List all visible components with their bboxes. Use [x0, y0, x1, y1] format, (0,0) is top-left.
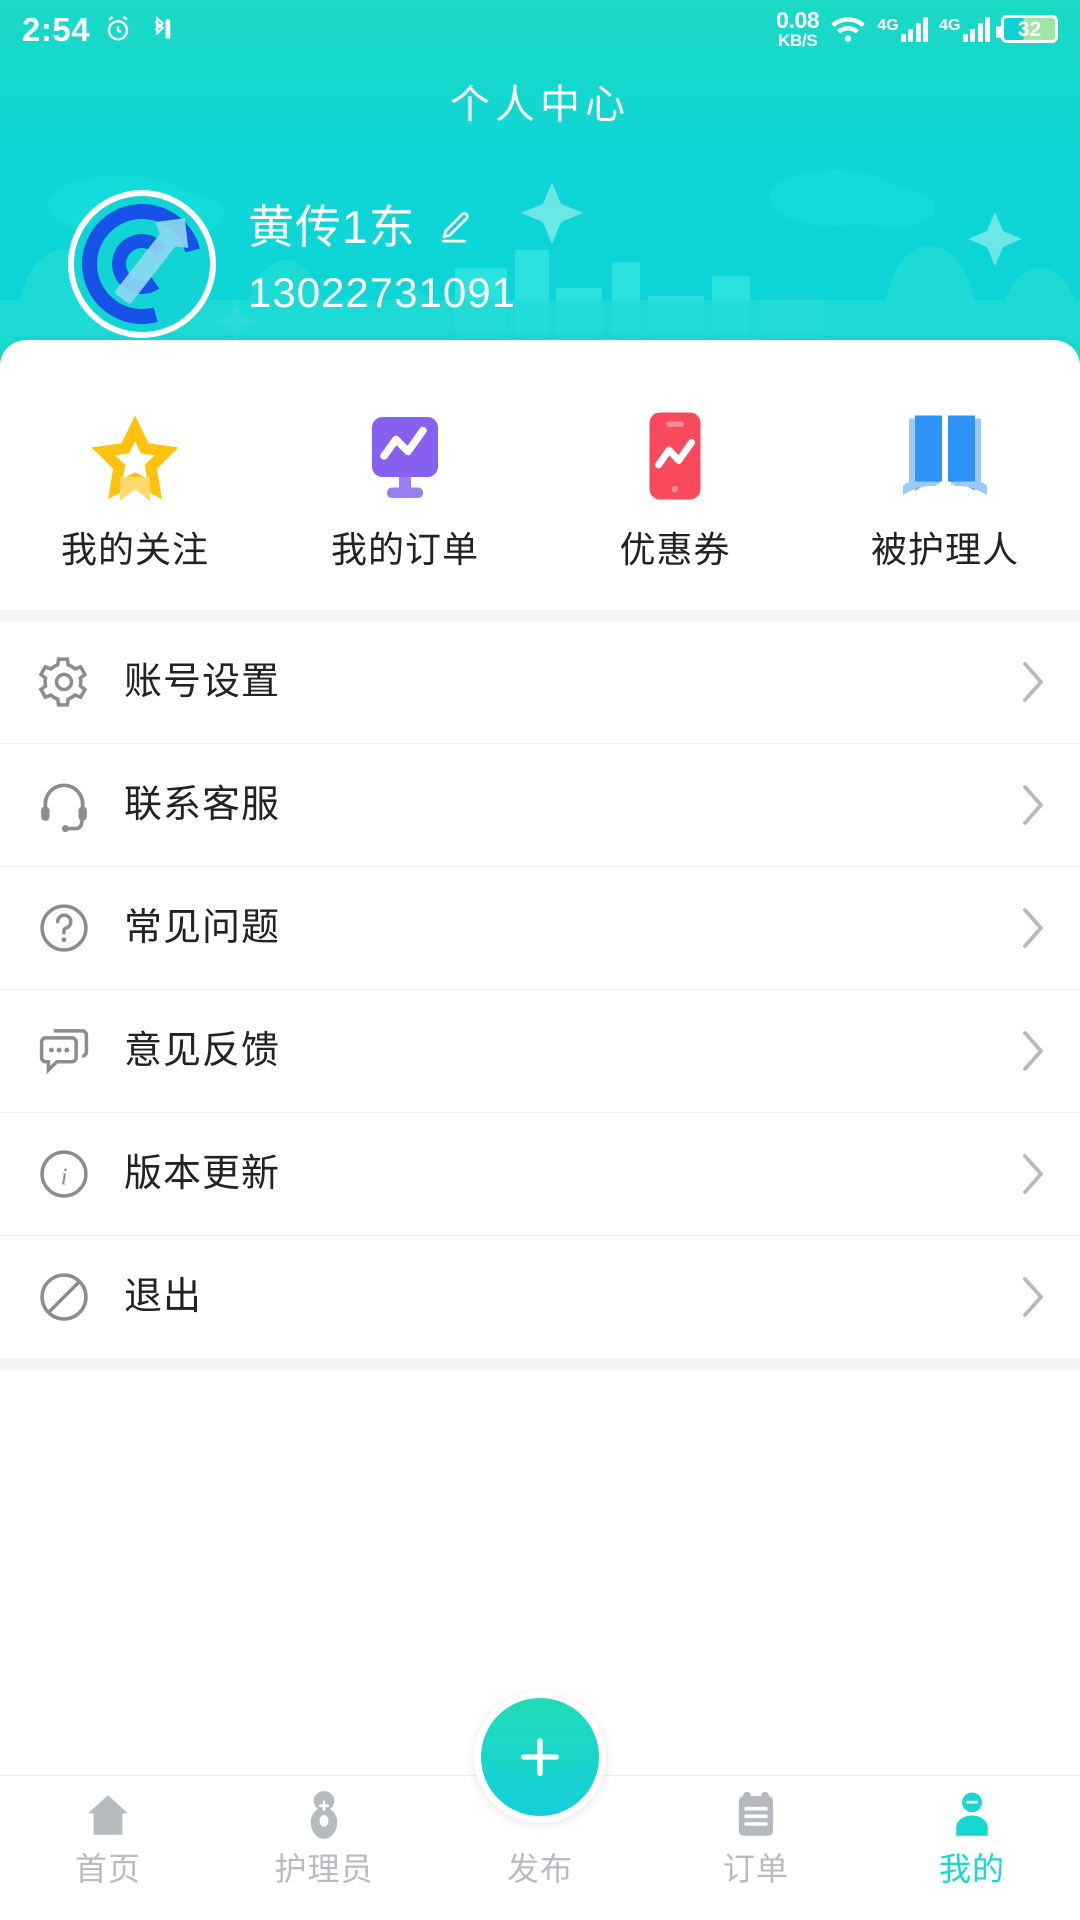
status-time: 2:54 — [22, 10, 91, 48]
menu-item-account-settings[interactable]: 账号设置 — [0, 621, 1080, 744]
chevron-right-icon — [1023, 908, 1043, 948]
phone-chart-icon — [649, 412, 701, 500]
battery-percent: 32 — [1017, 17, 1042, 41]
settings-menu: 账号设置 联系客服 常见问题 意见反馈 i 版本更新 退出 — [0, 621, 1080, 1371]
tab-label: 护理员 — [274, 1851, 374, 1887]
tab-label: 我的 — [938, 1851, 1005, 1887]
profile-header: 2:54 0.08 KB/S 4G 4G 32 个人中心 黄传1东 130227… — [0, 0, 1080, 420]
quick-action-label: 我的关注 — [60, 529, 209, 570]
quick-action-care-recipients[interactable]: 被护理人 — [810, 408, 1080, 568]
menu-item-version-update[interactable]: i 版本更新 — [0, 1113, 1080, 1236]
user-phone: 13022731091 — [248, 269, 516, 316]
nurse-icon — [310, 1791, 338, 1839]
user-name: 黄传1东 — [248, 201, 416, 253]
gear-icon — [38, 657, 88, 707]
tab-mine[interactable]: 我的 — [864, 1788, 1080, 1885]
app-screen: 2:54 0.08 KB/S 4G 4G 32 个人中心 黄传1东 130227… — [0, 0, 1080, 1920]
open-book-icon — [903, 415, 987, 495]
chevron-right-icon — [1023, 1031, 1043, 1071]
info-circle-icon: i — [40, 1150, 88, 1198]
chat-bubble-icon — [39, 1029, 89, 1075]
network-speed-unit: KB/S — [778, 31, 818, 50]
status-bar-left: 2:54 — [22, 13, 173, 46]
profile-name-row[interactable]: 黄传1东 — [248, 204, 516, 250]
section-divider — [0, 610, 1080, 621]
signal-1-label: 4G — [877, 17, 899, 34]
chevron-right-icon — [1023, 785, 1043, 825]
plus-icon — [520, 1737, 560, 1777]
clipboard-icon — [738, 1791, 774, 1836]
page-title: 个人中心 — [450, 83, 630, 127]
menu-item-label: 版本更新 — [124, 1153, 281, 1195]
monitor-chart-icon — [372, 417, 438, 498]
chevron-right-icon — [1023, 1154, 1043, 1194]
tab-label: 订单 — [722, 1851, 789, 1887]
quick-action-coupons[interactable]: 优惠券 — [540, 408, 810, 568]
publish-fab-wrap[interactable] — [474, 1691, 606, 1823]
menu-item-feedback[interactable]: 意见反馈 — [0, 990, 1080, 1113]
bluetooth-icon — [154, 15, 171, 39]
quick-action-my-follows[interactable]: 我的关注 — [0, 408, 270, 568]
menu-item-faq[interactable]: 常见问题 — [0, 867, 1080, 990]
signal-2-label: 4G — [939, 17, 961, 34]
signal-1-bars — [900, 16, 929, 42]
menu-item-label: 账号设置 — [124, 661, 281, 703]
tab-orders[interactable]: 订单 — [648, 1788, 864, 1885]
pencil-edit-icon[interactable] — [436, 209, 472, 245]
status-bar-right: 0.08 KB/S 4G 4G 32 — [776, 9, 1058, 49]
profile-info: 黄传1东 13022731091 — [248, 190, 516, 314]
menu-item-label: 联系客服 — [124, 784, 281, 826]
publish-fab[interactable] — [474, 1691, 606, 1823]
tab-label: 发布 — [506, 1851, 573, 1887]
question-circle-icon — [40, 904, 88, 952]
tab-home[interactable]: 首页 — [0, 1788, 216, 1885]
wifi-icon — [831, 17, 866, 42]
quick-action-my-orders[interactable]: 我的订单 — [270, 408, 540, 568]
person-icon — [956, 1792, 988, 1836]
chevron-right-icon — [1023, 662, 1043, 702]
home-icon — [88, 1795, 128, 1835]
headset-icon — [41, 783, 87, 833]
signal-2: 4G — [939, 16, 990, 42]
status-bar: 2:54 0.08 KB/S 4G 4G 32 — [0, 0, 1080, 58]
signal-1: 4G — [877, 16, 929, 42]
content-sheet: 我的关注 我的订单 优惠券 被护理人 账号设置 联系客服 常见问题 意见反馈 i… — [0, 340, 1080, 1920]
network-speed-value: 0.08 — [776, 7, 820, 33]
block-circle-icon — [40, 1273, 88, 1321]
battery-icon: 32 — [996, 15, 1058, 43]
profile-block[interactable]: 黄传1东 13022731091 — [0, 190, 1080, 360]
menu-item-label: 退出 — [124, 1276, 203, 1318]
tab-caregiver[interactable]: 护理员 — [216, 1788, 432, 1885]
svg-text:i: i — [61, 1164, 68, 1191]
quick-action-label: 优惠券 — [619, 529, 731, 570]
menu-bottom-divider — [0, 1359, 1080, 1371]
signal-2-bars — [962, 16, 990, 42]
quick-action-label: 我的订单 — [330, 529, 479, 570]
network-speed: 0.08 KB/S — [776, 7, 820, 50]
tab-label: 首页 — [74, 1851, 141, 1887]
menu-item-label: 意见反馈 — [124, 1030, 281, 1072]
avatar[interactable] — [68, 190, 216, 338]
star-icon — [91, 415, 179, 501]
menu-item-logout[interactable]: 退出 — [0, 1236, 1080, 1359]
quick-actions-row: 我的关注 我的订单 优惠券 被护理人 — [0, 340, 1080, 610]
menu-item-label: 常见问题 — [124, 907, 281, 949]
alarm-clock-icon — [107, 16, 129, 41]
quick-action-label: 被护理人 — [870, 529, 1019, 570]
menu-item-contact-support[interactable]: 联系客服 — [0, 744, 1080, 867]
chevron-right-icon — [1023, 1277, 1043, 1317]
